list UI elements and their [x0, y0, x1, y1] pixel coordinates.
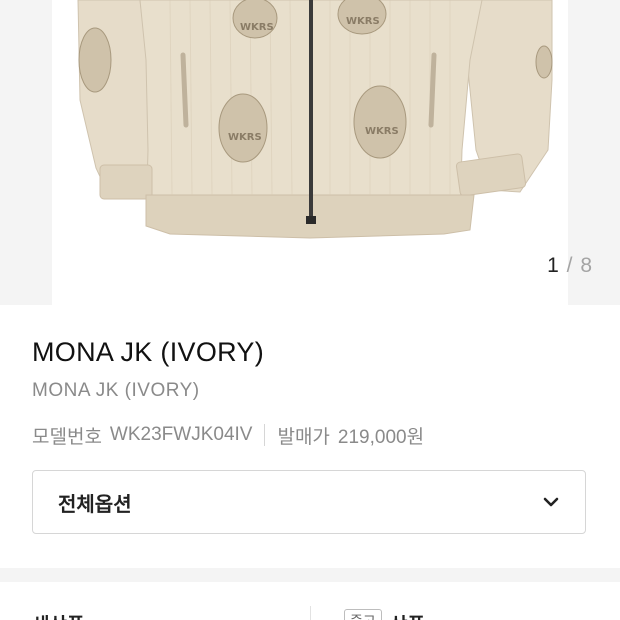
tab-new[interactable]: 새상품 [32, 610, 84, 620]
model-number-value: WK23FWJK04IV [109, 424, 253, 445]
product-image: WKRS WKRS WKRS WKRS [77, 0, 553, 239]
option-select[interactable]: 전체옵션 [32, 470, 586, 534]
image-counter-current: 1 [547, 254, 560, 277]
chevron-down-icon [543, 497, 559, 507]
product-meta: 모델번호 WK23FWJK04IV 발매가 219,000원 [32, 423, 425, 448]
image-counter-separator: / [566, 254, 574, 277]
product-image-gallery[interactable]: WKRS WKRS WKRS WKRS 1 / 8 [0, 0, 620, 305]
product-subtitle: MONA JK (IVORY) [32, 380, 200, 401]
tab-divider [310, 606, 311, 620]
option-select-label: 전체옵션 [58, 493, 132, 516]
model-number-label: 모델번호 [32, 426, 102, 448]
release-price-value: 219,000원 [337, 426, 425, 448]
svg-text:WKRS: WKRS [346, 16, 380, 27]
image-counter: 1 / 8 [547, 254, 593, 278]
condition-tabs: 새상품 중고 상품 [0, 582, 620, 620]
section-divider-band [0, 568, 620, 582]
used-badge: 중고 [344, 609, 382, 620]
svg-text:WKRS: WKRS [240, 22, 274, 33]
tab-used[interactable]: 상품 [390, 610, 425, 620]
meta-divider [264, 424, 266, 446]
svg-text:WKRS: WKRS [228, 132, 262, 143]
release-price-label: 발매가 [277, 426, 330, 448]
image-counter-total: 8 [580, 254, 593, 277]
product-title: MONA JK (IVORY) [32, 337, 265, 367]
svg-text:WKRS: WKRS [365, 126, 399, 137]
